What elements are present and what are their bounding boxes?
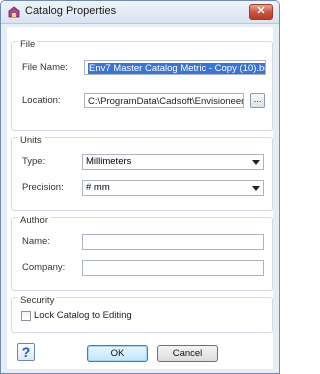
file-group: File File Name: Env7 Master Catalog Metr… bbox=[11, 39, 273, 131]
file-name-label: File Name: bbox=[22, 62, 68, 73]
author-section-title: Author bbox=[18, 215, 50, 226]
ok-button[interactable]: OK bbox=[87, 345, 148, 362]
type-dropdown[interactable]: Millimeters bbox=[82, 154, 264, 170]
location-label: Location: bbox=[22, 95, 61, 106]
file-name-field[interactable]: Env7 Master Catalog Metric - Copy (10).b… bbox=[84, 60, 266, 75]
author-name-field[interactable] bbox=[82, 234, 264, 250]
chevron-down-icon bbox=[252, 186, 260, 191]
precision-dropdown[interactable]: # mm bbox=[82, 180, 264, 196]
chevron-down-icon bbox=[252, 160, 260, 165]
lock-catalog-label[interactable]: Lock Catalog to Editing bbox=[34, 310, 132, 321]
lock-catalog-checkbox[interactable] bbox=[21, 311, 31, 321]
security-section-title: Security bbox=[18, 295, 57, 306]
file-section-title: File bbox=[18, 39, 38, 50]
company-label: Company: bbox=[22, 262, 66, 273]
author-name-label: Name: bbox=[22, 236, 50, 247]
units-group: Units Type: Millimeters Precision: # mm bbox=[11, 135, 273, 211]
close-button[interactable]: ✕ bbox=[249, 4, 273, 20]
dialog-client-area: File File Name: Env7 Master Catalog Metr… bbox=[7, 27, 273, 369]
type-label: Type: bbox=[22, 156, 46, 167]
window-title: Catalog Properties bbox=[25, 5, 117, 17]
title-bar[interactable]: Catalog Properties ✕ bbox=[1, 1, 279, 24]
units-section-title: Units bbox=[18, 135, 44, 146]
company-field[interactable] bbox=[82, 260, 264, 276]
precision-value: # mm bbox=[86, 182, 110, 193]
type-value: Millimeters bbox=[86, 156, 132, 167]
author-group: Author Name: Company: bbox=[11, 215, 273, 291]
catalog-properties-dialog: Catalog Properties ✕ File File Name: Env… bbox=[0, 0, 280, 374]
location-field[interactable]: C:\ProgramData\Cadsoft\Envisioneer 7\ bbox=[84, 93, 244, 108]
precision-label: Precision: bbox=[22, 182, 64, 193]
help-button[interactable]: ? bbox=[17, 343, 35, 361]
cancel-button[interactable]: Cancel bbox=[157, 345, 218, 362]
catalog-app-icon bbox=[8, 6, 20, 18]
browse-button[interactable]: ... bbox=[250, 93, 265, 108]
security-group: Security Lock Catalog to Editing bbox=[11, 295, 273, 333]
file-name-value: Env7 Master Catalog Metric - Copy (10).b… bbox=[88, 63, 265, 74]
